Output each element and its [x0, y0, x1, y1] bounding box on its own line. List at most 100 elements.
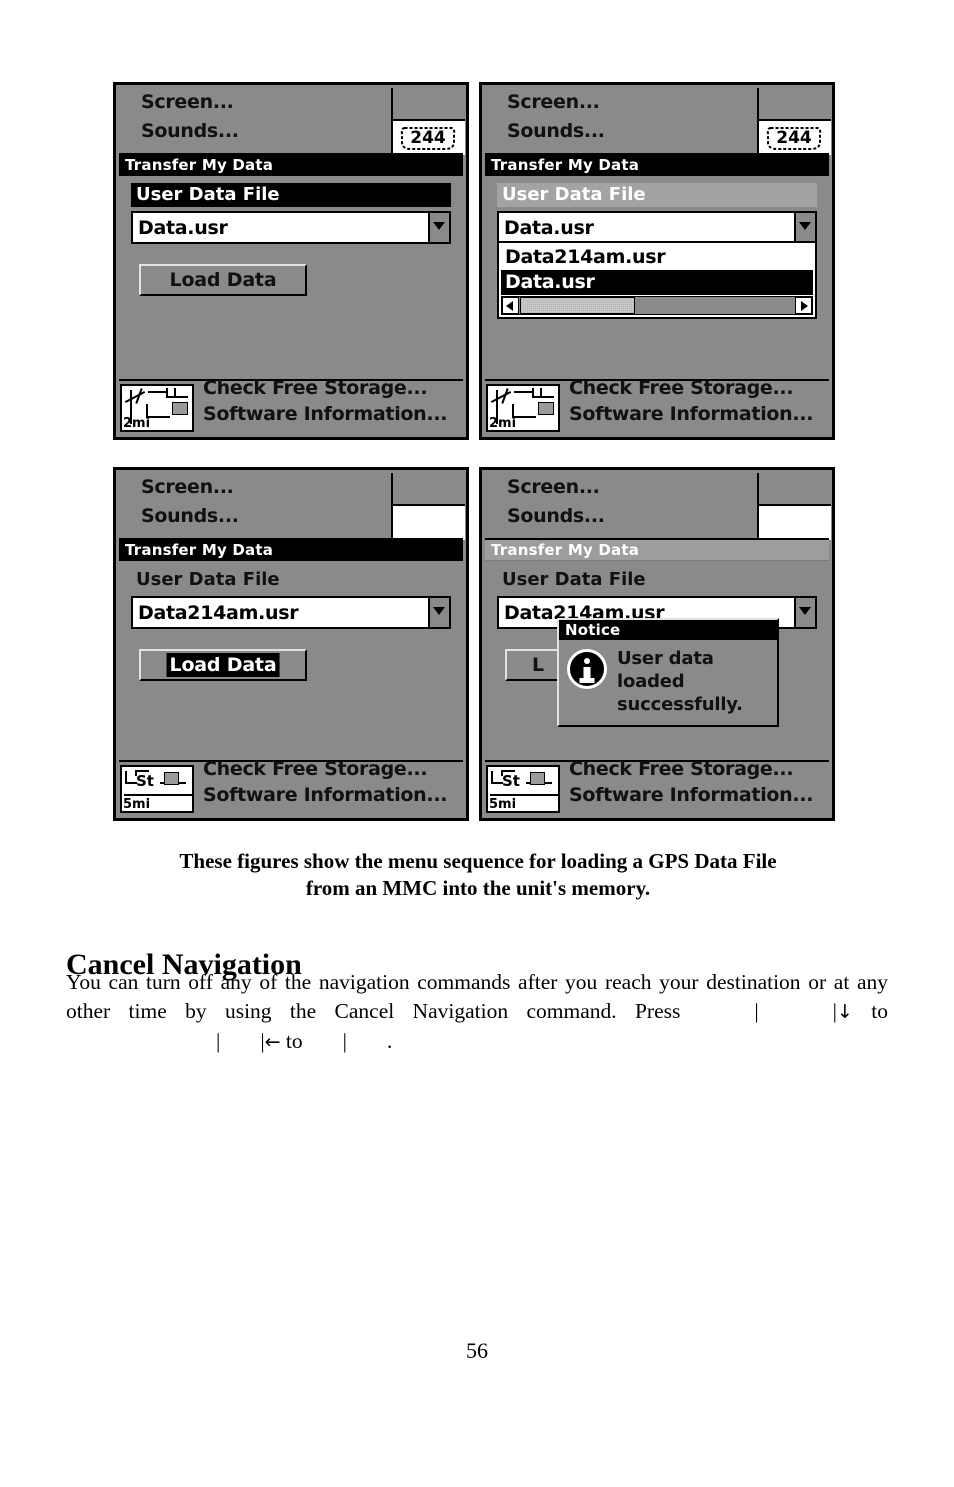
body-text: You can turn off any of the navigation c…: [66, 968, 888, 1057]
transfer-my-data-dialog: Transfer My Data User Data File Data214a…: [485, 538, 829, 771]
user-data-file-label: User Data File: [502, 569, 646, 590]
menu-item-check-free-storage[interactable]: Check Free Storage...: [203, 758, 428, 780]
status-cell: 244: [757, 88, 831, 155]
word-to-2: to: [285, 1029, 303, 1053]
notice-message: User data loaded successfully.: [617, 647, 771, 716]
scrollbar-thumb[interactable]: [520, 297, 635, 314]
page-number: 56: [466, 1338, 488, 1363]
gps-screen-panel-3: Screen... Sounds... Transfer My Data Use…: [113, 467, 469, 821]
key-placeholder-5: |: [342, 1029, 347, 1053]
map-street-label: St: [136, 772, 154, 790]
user-data-file-combo[interactable]: Data214am.usr: [131, 596, 451, 629]
menu-item-check-free-storage[interactable]: Check Free Storage...: [203, 377, 428, 399]
chevron-down-icon[interactable]: [794, 598, 815, 627]
highway-shield-icon: 244: [393, 119, 465, 155]
figure-caption: These figures show the menu sequence for…: [88, 848, 868, 902]
dropdown-item[interactable]: Data.usr: [501, 270, 813, 295]
dropdown-item[interactable]: Data214am.usr: [501, 245, 813, 270]
transfer-my-data-dialog: Transfer My Data User Data File Data.usr…: [485, 153, 829, 386]
map-thumbnail-icon: St 5mi: [120, 765, 194, 813]
combo-value: Data.usr: [138, 217, 228, 239]
menu-item-check-free-storage[interactable]: Check Free Storage...: [569, 377, 794, 399]
menu-item-software-information[interactable]: Software Information...: [569, 784, 813, 806]
map-thumbnail-icon: St 5mi: [486, 765, 560, 813]
blank-status-box-icon: [393, 504, 465, 540]
menu-item-check-free-storage[interactable]: Check Free Storage...: [569, 758, 794, 780]
load-data-label: L: [532, 654, 544, 676]
shield-shape: 244: [765, 124, 823, 152]
menu-item-sounds[interactable]: Sounds...: [141, 120, 239, 142]
transfer-my-data-dialog: Transfer My Data User Data File Data.usr…: [119, 153, 463, 386]
user-data-file-label[interactable]: User Data File: [131, 183, 451, 207]
shield-number: 244: [410, 128, 446, 148]
menu-item-software-information[interactable]: Software Information...: [203, 403, 447, 425]
menu-item-sounds[interactable]: Sounds...: [507, 120, 605, 142]
dialog-title: Transfer My Data: [119, 540, 463, 561]
dialog-title: Transfer My Data: [485, 540, 829, 561]
figure-row-2: Screen... Sounds... Transfer My Data Use…: [113, 467, 847, 821]
load-data-label: Load Data: [166, 653, 280, 677]
word-to-1: to: [871, 999, 888, 1023]
blank-status-box-icon: [759, 504, 831, 540]
menu-item-screen[interactable]: Screen...: [141, 476, 234, 498]
top-menu: Screen... Sounds...: [119, 473, 465, 540]
menu-item-sounds[interactable]: Sounds...: [141, 505, 239, 527]
user-data-file-label: User Data File: [136, 569, 280, 590]
menu-item-screen[interactable]: Screen...: [507, 91, 600, 113]
status-cell: 244: [391, 88, 465, 155]
figure-row-1: Screen... Sounds... 244 Transfer My Data: [113, 82, 847, 440]
horizontal-scrollbar[interactable]: [501, 296, 813, 315]
status-cell: [757, 473, 831, 540]
chevron-down-icon[interactable]: [428, 598, 449, 627]
top-menu: Screen... Sounds... 244: [119, 88, 465, 155]
map-street-label: St: [502, 772, 520, 790]
notice-dialog: Notice User data loaded successfully.: [557, 618, 779, 727]
menu-item-software-information[interactable]: Software Information...: [569, 403, 813, 425]
user-data-file-combo[interactable]: Data.usr: [131, 211, 451, 244]
map-scale-label: 5mi: [123, 797, 151, 812]
map-thumbnail-icon: 2mi: [486, 384, 560, 432]
notice-message-line1: User data loaded: [617, 648, 714, 692]
menu-item-screen[interactable]: Screen...: [507, 476, 600, 498]
dialog-title: Transfer My Data: [485, 155, 829, 176]
bottom-menu: Check Free Storage... Software Informati…: [119, 758, 463, 815]
map-scale-label: 2mi: [489, 416, 517, 431]
menu-item-sounds[interactable]: Sounds...: [507, 505, 605, 527]
top-menu: Screen... Sounds... 244: [485, 88, 831, 155]
key-placeholder-1: |: [754, 999, 759, 1023]
chevron-down-icon[interactable]: [794, 213, 815, 242]
bottom-menu: Check Free Storage... Software Informati…: [119, 377, 463, 434]
shield-shape: 244: [399, 124, 457, 152]
caption-line-2: from an MMC into the unit's memory.: [305, 876, 651, 900]
map-thumbnail-icon: 2mi: [120, 384, 194, 432]
key-placeholder-3: |: [216, 1029, 221, 1053]
status-cell: [391, 473, 465, 540]
figure-grid: Screen... Sounds... 244 Transfer My Data: [113, 82, 847, 848]
highway-shield-icon: 244: [759, 119, 831, 155]
notice-message-line2: successfully.: [617, 694, 743, 715]
chevron-down-icon[interactable]: [428, 213, 449, 242]
gps-screen-panel-1: Screen... Sounds... 244 Transfer My Data: [113, 82, 469, 440]
arrow-left-icon: ←: [264, 1031, 281, 1053]
body-paragraph-text: You can turn off any of the navigation c…: [66, 970, 888, 1023]
bottom-menu: Check Free Storage... Software Informati…: [485, 377, 829, 434]
notice-body: User data loaded successfully.: [559, 640, 777, 725]
scroll-left-icon[interactable]: [502, 297, 519, 314]
menu-item-screen[interactable]: Screen...: [141, 91, 234, 113]
menu-item-software-information[interactable]: Software Information...: [203, 784, 447, 806]
user-data-file-combo[interactable]: Data.usr: [497, 211, 817, 244]
map-scale-label: 5mi: [489, 797, 517, 812]
body-paragraph: You can turn off any of the navigation c…: [66, 968, 888, 1057]
shield-number: 244: [776, 128, 812, 148]
gps-screen-panel-2: Screen... Sounds... 244 Transfer My Data: [479, 82, 835, 440]
user-data-file-dropdown-list[interactable]: Data214am.usr Data.usr: [497, 241, 817, 319]
scroll-right-icon[interactable]: [795, 297, 812, 314]
load-data-button[interactable]: Load Data: [139, 649, 307, 681]
user-data-file-label[interactable]: User Data File: [497, 183, 817, 207]
info-icon: [567, 649, 607, 689]
combo-value: Data.usr: [504, 217, 594, 239]
bottom-menu: Check Free Storage... Software Informati…: [485, 758, 829, 815]
load-data-button[interactable]: Load Data: [139, 264, 307, 296]
arrow-down-icon: ↓: [836, 1001, 853, 1023]
dialog-title: Transfer My Data: [119, 155, 463, 176]
